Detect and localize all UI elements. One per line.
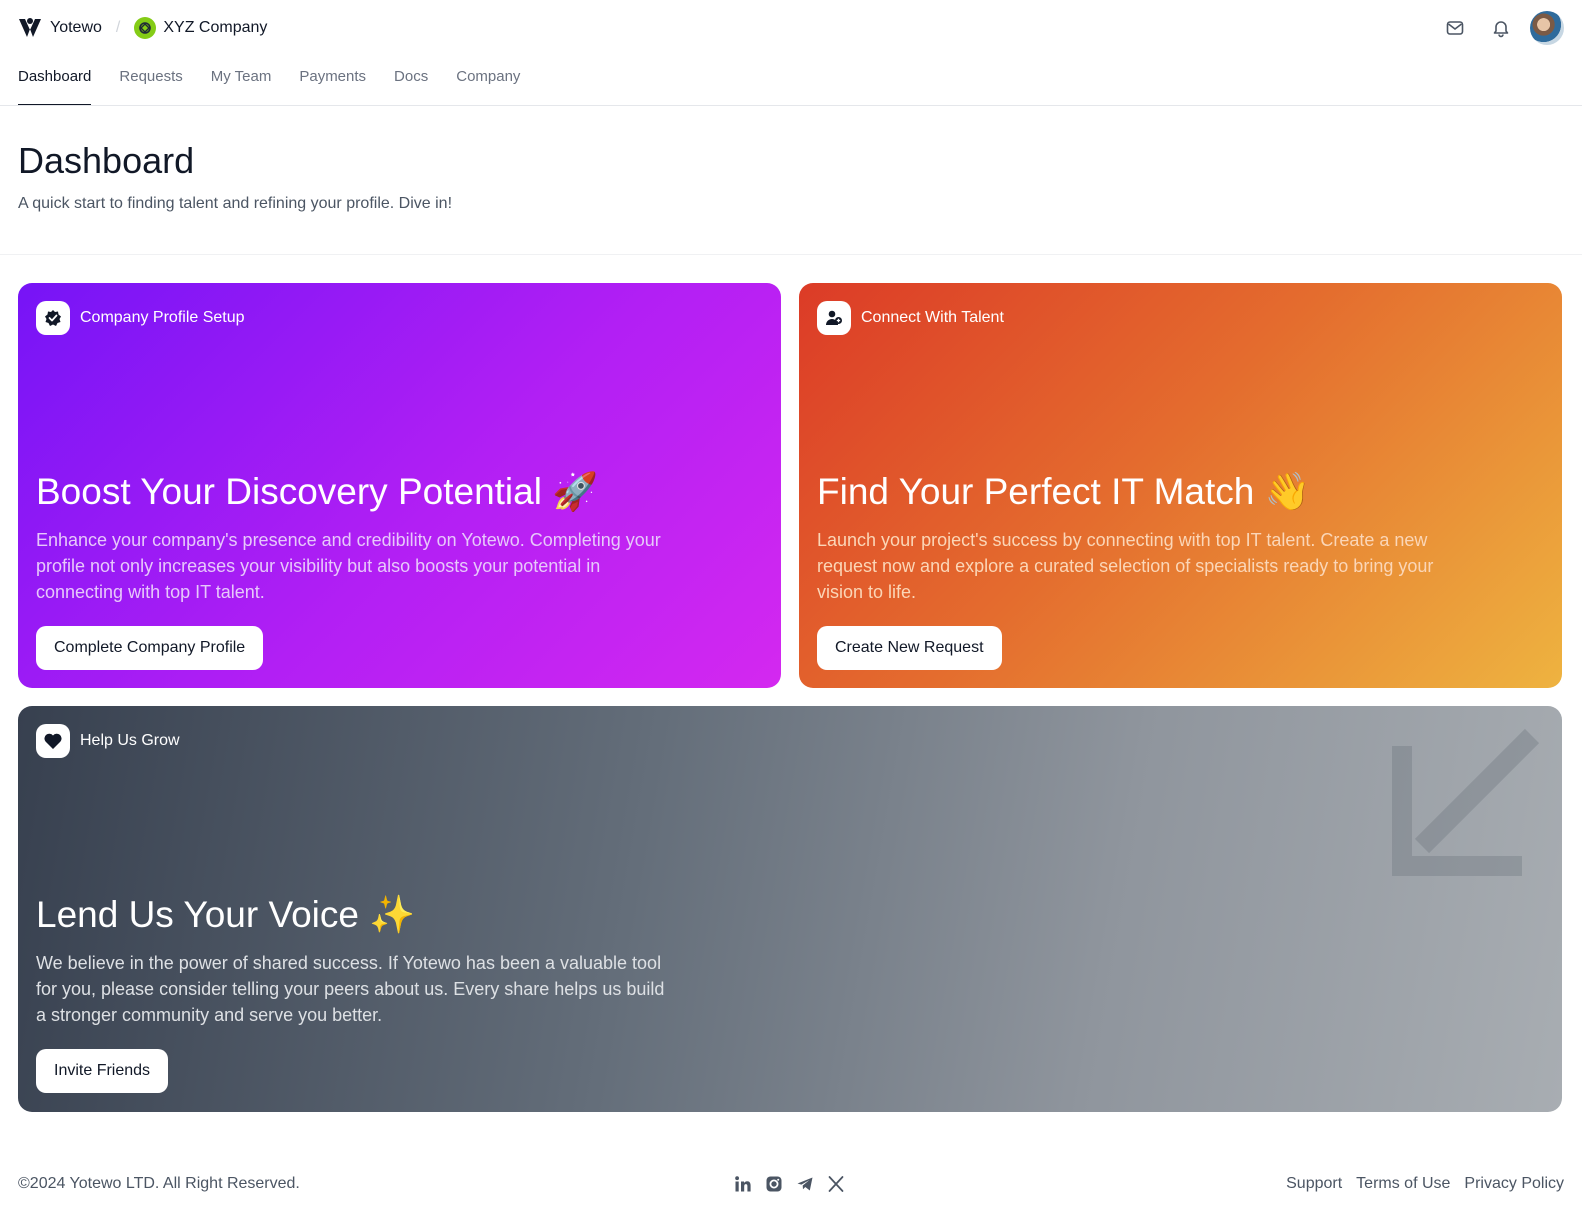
- card-tag: Company Profile Setup: [36, 301, 245, 335]
- help-us-grow-card: Help Us Grow Lend Us Your Voice ✨ We bel…: [18, 706, 1562, 1112]
- nav-divider: [0, 105, 1582, 106]
- card-description: Launch your project's success by connect…: [817, 530, 1434, 602]
- card-title: Boost Your Discovery Potential 🚀: [36, 471, 599, 512]
- main-nav: Dashboard Requests My Team Payments Docs…: [18, 56, 548, 106]
- x-icon[interactable]: [824, 1172, 848, 1196]
- header-divider: [0, 254, 1582, 255]
- telegram-icon[interactable]: [793, 1172, 817, 1196]
- tab-dashboard[interactable]: Dashboard: [18, 56, 92, 106]
- users-icon: [817, 301, 851, 335]
- tab-requests[interactable]: Requests: [119, 56, 182, 106]
- bell-icon[interactable]: [1484, 11, 1518, 45]
- create-new-request-button[interactable]: Create New Request: [817, 626, 1002, 670]
- card-title: Find Your Perfect IT Match 👋: [817, 471, 1311, 512]
- terms-of-use-link[interactable]: Terms of Use: [1356, 1175, 1450, 1193]
- connect-talent-card: Connect With Talent Find Your Perfect IT…: [799, 283, 1562, 688]
- copyright-text: ©2024 Yotewo LTD. All Right Reserved.: [18, 1175, 300, 1192]
- invite-friends-button[interactable]: Invite Friends: [36, 1049, 169, 1093]
- card-tag: Help Us Grow: [36, 724, 180, 758]
- card-title: Lend Us Your Voice ✨: [36, 894, 416, 935]
- arrow-down-left-icon: [1392, 728, 1540, 876]
- company-profile-card: Company Profile Setup Boost Your Discove…: [18, 283, 781, 688]
- linkedin-icon[interactable]: [731, 1172, 755, 1196]
- top-bar: Yotewo / XYZ Company: [0, 0, 1582, 56]
- brand-name[interactable]: Yotewo: [50, 19, 102, 37]
- card-tag: Connect With Talent: [817, 301, 1004, 335]
- support-link[interactable]: Support: [1286, 1175, 1342, 1193]
- footer: ©2024 Yotewo LTD. All Right Reserved. Su…: [0, 1170, 1582, 1200]
- header-actions: [1426, 11, 1564, 45]
- heart-icon: [36, 724, 70, 758]
- footer-links: Support Terms of Use Privacy Policy: [1272, 1175, 1564, 1193]
- card-tag-label: Help Us Grow: [80, 732, 180, 749]
- company-switcher[interactable]: XYZ Company: [163, 19, 267, 37]
- verified-badge-icon: [36, 301, 70, 335]
- tab-payments[interactable]: Payments: [299, 56, 366, 106]
- page-title: Dashboard: [18, 140, 195, 181]
- card-tag-label: Company Profile Setup: [80, 309, 245, 326]
- tab-company[interactable]: Company: [456, 56, 520, 106]
- card-description: Enhance your company's presence and cred…: [36, 530, 661, 602]
- instagram-icon[interactable]: [762, 1172, 786, 1196]
- page-subtitle: A quick start to finding talent and refi…: [18, 195, 453, 212]
- card-description: We believe in the power of shared succes…: [36, 953, 665, 1025]
- mail-icon[interactable]: [1438, 11, 1472, 45]
- complete-company-profile-button[interactable]: Complete Company Profile: [36, 626, 264, 670]
- user-avatar[interactable]: [1530, 11, 1564, 45]
- breadcrumb: Yotewo / XYZ Company: [18, 14, 267, 42]
- yotewo-logo-icon[interactable]: [18, 17, 42, 39]
- company-logo-icon: [134, 17, 157, 39]
- breadcrumb-separator: /: [115, 19, 121, 36]
- card-tag-label: Connect With Talent: [861, 309, 1004, 326]
- tab-docs[interactable]: Docs: [394, 56, 428, 106]
- social-links: [731, 1172, 855, 1196]
- privacy-policy-link[interactable]: Privacy Policy: [1464, 1175, 1564, 1193]
- tab-my-team[interactable]: My Team: [211, 56, 272, 106]
